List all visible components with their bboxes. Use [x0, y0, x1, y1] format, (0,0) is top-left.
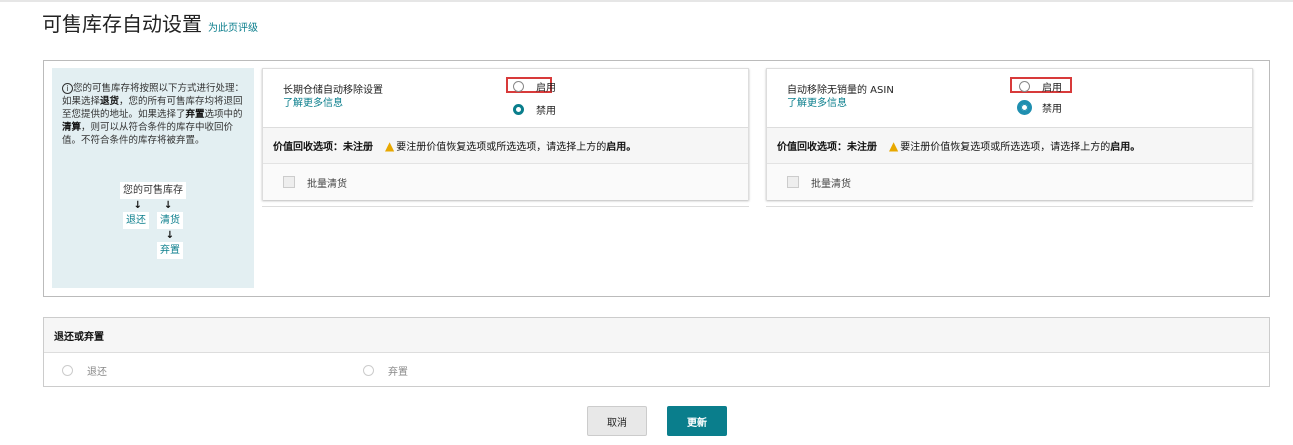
radio-circle: [1019, 81, 1030, 92]
flow-return: 退还: [123, 212, 149, 229]
arrow-down-icon: ↓: [165, 230, 175, 241]
info-bold: 弃置: [185, 109, 205, 120]
warning-bold: 启用。: [606, 142, 637, 153]
checkbox-label: 批量清货: [307, 178, 347, 190]
enable-radio[interactable]: 启用: [1019, 79, 1062, 94]
divider: [766, 206, 1253, 207]
checkbox-label: 批量清货: [811, 178, 851, 190]
checkbox[interactable]: [787, 176, 799, 188]
learn-more-link[interactable]: 了解更多信息: [283, 94, 343, 109]
recovery-row: 价值回收选项：未注册 ▲ 要注册价值恢复选项或所选选项，请选择上方的 启用。: [767, 128, 1252, 164]
bulk-liquidation-checkbox[interactable]: 批量清货: [263, 164, 748, 200]
radio-circle-selected: [513, 104, 524, 115]
radio-circle-selected: [1017, 100, 1032, 115]
settings-panel: i 您的可售库存将按照以下方式进行处理：如果选择退货，您的所有可售库存均将退回至您…: [43, 60, 1270, 297]
page-title: 可售库存自动设置 为此页评级: [42, 8, 258, 37]
section-title: 退还或弃置: [44, 318, 1269, 353]
top-divider: [0, 0, 1293, 2]
disable-radio[interactable]: 禁用: [1017, 100, 1062, 115]
recovery-row: 价值回收选项：未注册 ▲ 要注册价值恢复选项或所选选项，请选择上方的 启用。: [263, 128, 748, 164]
flow-diagram: 您的可售库存 ↓ ↓ 退还 清货 ↓ 弃置: [52, 182, 254, 259]
recovery-status: 价值回收选项：未注册: [273, 142, 373, 153]
update-button[interactable]: 更新: [667, 406, 727, 436]
info-bold: 退货: [100, 96, 120, 107]
recovery-status: 价值回收选项：未注册: [777, 142, 877, 153]
cancel-button[interactable]: 取消: [587, 406, 647, 436]
dispose-radio[interactable]: 弃置: [363, 363, 408, 378]
radio-label: 弃置: [388, 367, 408, 378]
arrow-down-icon: ↓: [164, 200, 173, 211]
radio-label: 退还: [87, 367, 107, 378]
disable-radio[interactable]: 禁用: [513, 102, 556, 117]
radio-circle: [513, 81, 524, 92]
learn-more-link[interactable]: 了解更多信息: [787, 94, 847, 109]
warning-icon: ▲: [889, 138, 899, 153]
info-text: ，则可以从符合条件的库存中收回价值。不符合条件的库存将被弃置。: [62, 122, 234, 146]
divider: [262, 206, 749, 207]
checkbox[interactable]: [283, 176, 295, 188]
bulk-liquidation-checkbox[interactable]: 批量清货: [767, 164, 1252, 200]
rate-page-link[interactable]: 为此页评级: [208, 23, 258, 34]
info-panel: i 您的可售库存将按照以下方式进行处理：如果选择退货，您的所有可售库存均将退回至您…: [52, 68, 254, 288]
info-bold: 清算: [62, 122, 82, 133]
warning-text: 要注册价值恢复选项或所选选项，请选择上方的: [900, 142, 1111, 153]
warning-bold: 启用。: [1110, 142, 1141, 153]
flow-liquidate: 清货: [157, 212, 183, 229]
return-radio[interactable]: 退还: [62, 363, 107, 378]
radio-label: 禁用: [536, 106, 556, 117]
enable-radio[interactable]: 启用: [513, 79, 556, 94]
warning-icon: ▲: [385, 138, 395, 153]
radio-circle: [62, 365, 73, 376]
return-dispose-section: 退还或弃置 退还 弃置: [43, 317, 1270, 387]
info-icon: i: [62, 83, 73, 94]
radio-label: 禁用: [1042, 104, 1062, 115]
info-text: 选项中的: [204, 109, 243, 120]
flow-dispose: 弃置: [157, 242, 183, 259]
warning-text: 要注册价值恢复选项或所选选项，请选择上方的: [396, 142, 607, 153]
page-title-text: 可售库存自动设置: [42, 12, 202, 36]
radio-label: 启用: [536, 83, 556, 94]
radio-circle: [363, 365, 374, 376]
flow-inventory: 您的可售库存: [120, 182, 186, 199]
no-sales-asin-card: 自动移除无销量的 ASIN 了解更多信息 启用 禁用 价值回收选项：未注册 ▲ 要注…: [766, 68, 1253, 200]
radio-label: 启用: [1042, 83, 1062, 94]
long-term-storage-card: 长期仓储自动移除设置 了解更多信息 启用 禁用 价值回收选项：未注册 ▲ 要注册价值…: [262, 68, 749, 200]
arrow-down-icon: ↓: [133, 200, 142, 211]
